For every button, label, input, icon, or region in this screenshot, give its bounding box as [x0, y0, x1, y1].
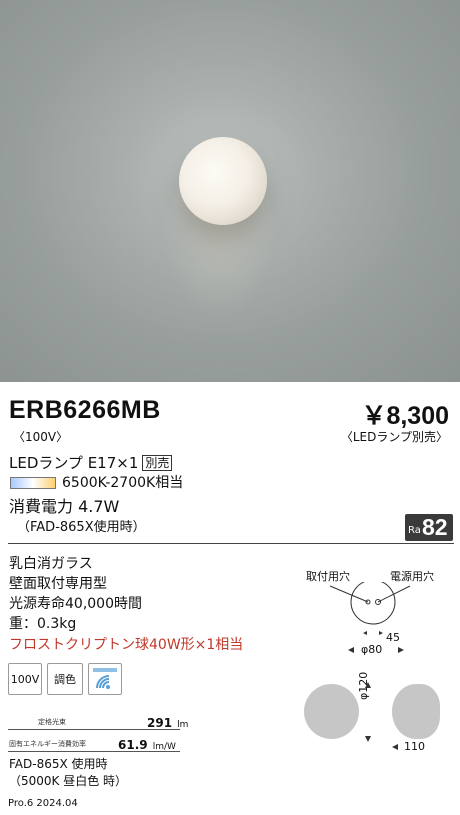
arrow-right-icon [398, 647, 404, 653]
price: ￥8,300 [361, 402, 449, 430]
voltage-note: 〈100V〉 [13, 430, 69, 444]
divider [8, 543, 454, 544]
ra-value: 82 [422, 514, 448, 540]
spec-weight: 重：0.3kg [9, 616, 77, 632]
spec-material: 乳白消ガラス [9, 556, 93, 572]
model-number: ERB6266MB [9, 396, 161, 424]
dimension-80: φ80 [361, 643, 383, 656]
arrow-left-icon [392, 744, 398, 750]
dimming-icon: 調色 [47, 663, 83, 695]
dimension-110: 110 [404, 740, 425, 753]
power-note: （FAD-865X使用時） [17, 520, 146, 535]
base-plate-diagram [329, 582, 411, 635]
price-note: 〈LEDランプ別売〉 [340, 430, 448, 444]
spec-mounting: 壁面取付専用型 [9, 576, 107, 592]
lamp-type: LEDランプ E17×1 別売 [9, 452, 173, 473]
wifi-icon [93, 668, 117, 689]
efficiency-value: 61.9 [118, 738, 148, 752]
spec-lifetime: 光源寿命40,000時間 [9, 596, 142, 612]
dimension-45: 45 [386, 631, 400, 644]
wireless-icon [88, 663, 122, 695]
spec-equivalent: フロストクリプトン球40W形×1相当 [9, 637, 244, 653]
side-view-globe [392, 684, 440, 739]
rated-flux-label: 定格光束 [38, 718, 66, 726]
dimming-icon-label: 調色 [54, 673, 76, 686]
glass-globe [179, 137, 267, 225]
color-temp-gradient [10, 477, 56, 489]
voltage-icon: 100V [8, 663, 42, 695]
measurement-note-1: FAD-865X 使用時 [9, 757, 108, 771]
ra-badge: Ra 82 [405, 514, 453, 541]
measurement-note-2: （5000K 昼白色 時） [9, 774, 128, 788]
front-view-globe [304, 684, 359, 739]
ra-label: Ra [408, 525, 421, 536]
arrow-left-icon [348, 647, 354, 653]
power-consumption: 消費電力 4.7W [9, 497, 120, 516]
efficiency-label: 固有エネルギー消費効率 [9, 740, 86, 748]
rated-flux-value: 291 [147, 716, 173, 730]
vertical-dimension-arrows [365, 682, 371, 742]
product-photo [0, 0, 460, 382]
color-temp: 6500K-2700K相当 [62, 475, 184, 491]
revision-footer: Pro.6 2024.04 [8, 798, 78, 809]
table-line [8, 751, 180, 752]
lamp-type-text: LEDランプ E17×1 [9, 454, 139, 472]
sold-separately-badge: 別売 [142, 455, 173, 471]
voltage-icon-label: 100V [10, 672, 40, 686]
table-line [8, 729, 180, 730]
